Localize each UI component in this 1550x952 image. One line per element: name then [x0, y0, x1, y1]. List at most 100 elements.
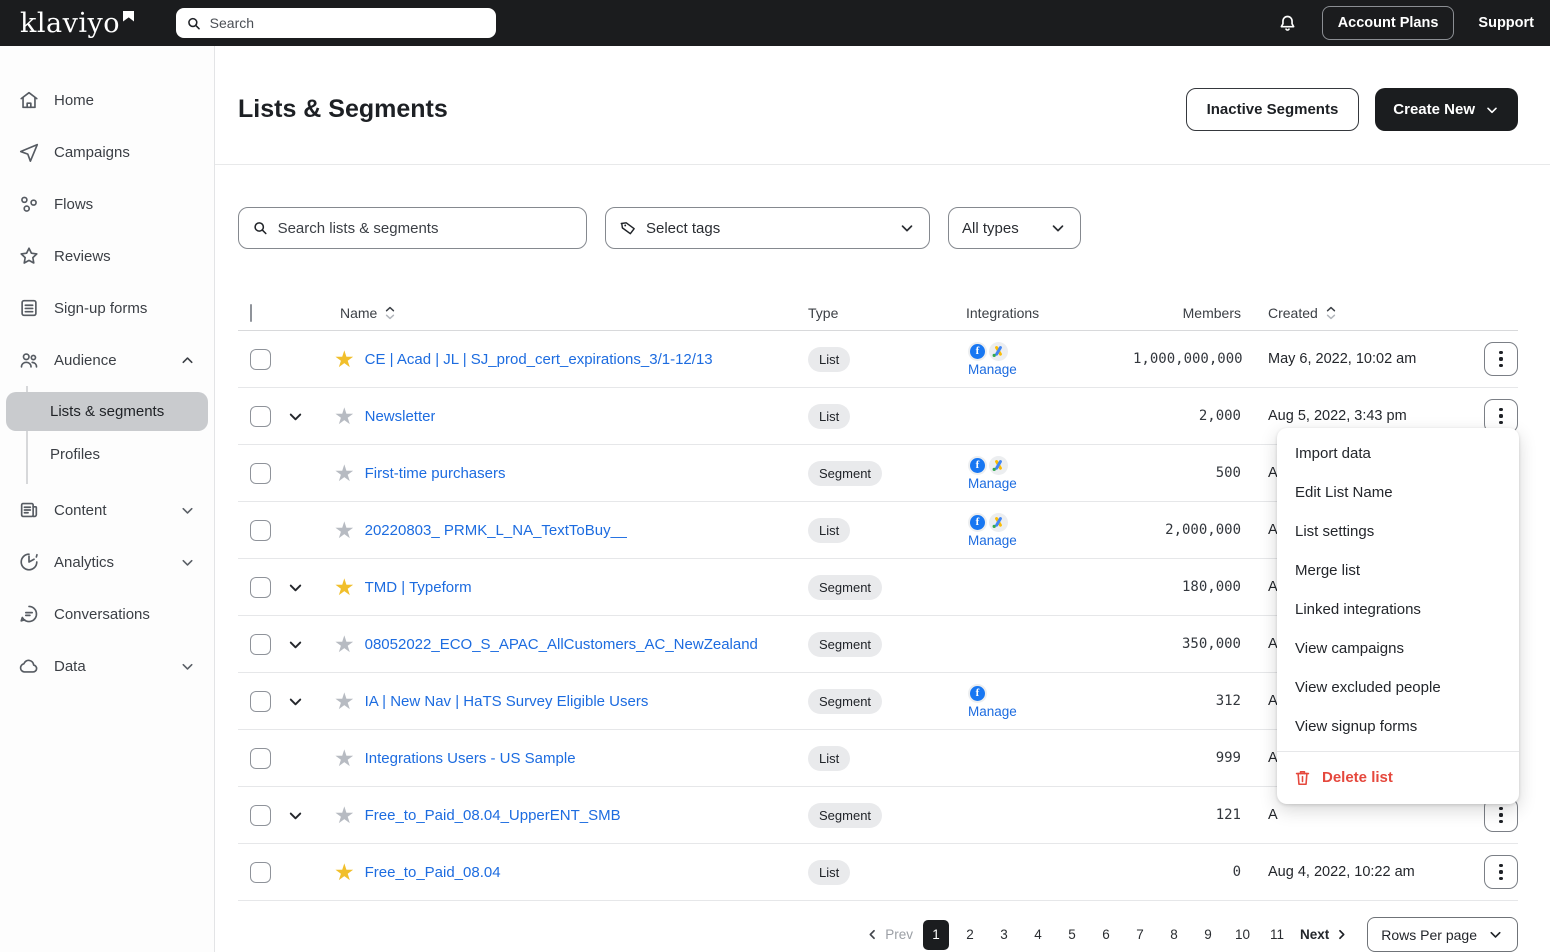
row-actions-kebab-button[interactable] [1484, 855, 1518, 889]
row-actions-kebab-button[interactable] [1484, 342, 1518, 376]
row-checkbox[interactable] [250, 349, 271, 370]
page-9-button[interactable]: 9 [1195, 920, 1221, 950]
account-plans-button[interactable]: Account Plans [1322, 6, 1455, 40]
column-header-name[interactable]: Name [318, 305, 808, 321]
page-2-button[interactable]: 2 [957, 920, 983, 950]
favorite-star-icon[interactable]: ★ [334, 576, 355, 599]
row-checkbox[interactable] [250, 577, 271, 598]
favorite-star-icon[interactable]: ★ [334, 462, 355, 485]
menu-item-merge-list[interactable]: Merge list [1277, 551, 1519, 590]
sidebar-item-home[interactable]: Home [0, 74, 214, 126]
sidebar-item-content[interactable]: Content [0, 484, 214, 536]
types-dropdown[interactable]: All types [948, 207, 1081, 249]
next-page-button[interactable]: Next [1300, 927, 1349, 942]
favorite-star-icon[interactable]: ★ [334, 405, 355, 428]
menu-item-edit-list-name[interactable]: Edit List Name [1277, 473, 1519, 512]
expand-chevron-icon[interactable] [286, 806, 305, 825]
manage-integrations-link[interactable]: Manage [968, 476, 1017, 491]
page-5-button[interactable]: 5 [1059, 920, 1085, 950]
google-ads-icon [989, 513, 1008, 532]
global-search-input[interactable] [210, 15, 486, 31]
row-checkbox[interactable] [250, 691, 271, 712]
page-4-button[interactable]: 4 [1025, 920, 1051, 950]
page-3-button[interactable]: 3 [991, 920, 1017, 950]
rows-per-page-dropdown[interactable]: Rows Per page [1367, 917, 1518, 952]
create-new-button[interactable]: Create New [1375, 88, 1518, 131]
favorite-star-icon[interactable]: ★ [334, 804, 355, 827]
menu-divider [1277, 751, 1519, 752]
sidebar-item-audience[interactable]: Audience [0, 334, 214, 386]
list-name-link[interactable]: 08052022_ECO_S_APAC_AllCustomers_AC_NewZ… [365, 636, 758, 653]
sidebar-item-flows[interactable]: Flows [0, 178, 214, 230]
manage-integrations-link[interactable]: Manage [968, 362, 1017, 377]
page-7-button[interactable]: 7 [1127, 920, 1153, 950]
favorite-star-icon[interactable]: ★ [334, 348, 355, 371]
manage-integrations-link[interactable]: Manage [968, 704, 1017, 719]
favorite-star-icon[interactable]: ★ [334, 633, 355, 656]
members-count: 999 [1133, 750, 1263, 766]
manage-integrations-link[interactable]: Manage [968, 533, 1017, 548]
list-name-link[interactable]: Free_to_Paid_08.04_UpperENT_SMB [365, 807, 621, 824]
sidebar-item-lists-segments[interactable]: Lists & segments [6, 392, 208, 431]
list-name-link[interactable]: 20220803_ PRMK_L_NA_TextToBuy__ [365, 522, 628, 539]
list-name-link[interactable]: CE | Acad | JL | SJ_prod_cert_expiration… [365, 351, 713, 368]
menu-item-view-signup-forms[interactable]: View signup forms [1277, 707, 1519, 746]
select-tags-dropdown[interactable]: Select tags [605, 207, 930, 249]
list-name-link[interactable]: Integrations Users - US Sample [365, 750, 576, 767]
page-6-button[interactable]: 6 [1093, 920, 1119, 950]
support-link[interactable]: Support [1478, 15, 1534, 31]
sidebar-item-conversations[interactable]: Conversations [0, 588, 214, 640]
menu-item-view-campaigns[interactable]: View campaigns [1277, 629, 1519, 668]
page-1-button[interactable]: 1 [923, 920, 949, 950]
list-name-link[interactable]: Free_to_Paid_08.04 [365, 864, 501, 881]
list-name-link[interactable]: IA | New Nav | HaTS Survey Eligible User… [365, 693, 649, 710]
row-checkbox[interactable] [250, 634, 271, 655]
expand-chevron-icon[interactable] [286, 578, 305, 597]
row-checkbox[interactable] [250, 463, 271, 484]
favorite-star-icon[interactable]: ★ [334, 861, 355, 884]
delete-list-menu-item[interactable]: Delete list [1277, 757, 1519, 798]
google-ads-icon [989, 456, 1008, 475]
global-search[interactable] [176, 8, 496, 38]
page-8-button[interactable]: 8 [1161, 920, 1187, 950]
inactive-segments-button[interactable]: Inactive Segments [1186, 88, 1360, 131]
expand-chevron-icon[interactable] [286, 407, 305, 426]
sidebar-item-sign-up-forms[interactable]: Sign-up forms [0, 282, 214, 334]
menu-item-list-settings[interactable]: List settings [1277, 512, 1519, 551]
prev-page-button[interactable]: Prev [865, 927, 913, 942]
list-name-link[interactable]: TMD | Typeform [365, 579, 472, 596]
sort-icon[interactable] [1324, 305, 1338, 321]
row-checkbox[interactable] [250, 520, 271, 541]
menu-item-linked-integrations[interactable]: Linked integrations [1277, 590, 1519, 629]
favorite-star-icon[interactable]: ★ [334, 747, 355, 770]
sidebar-item-label: Campaigns [54, 144, 130, 161]
row-checkbox[interactable] [250, 805, 271, 826]
lists-search-input[interactable] [278, 220, 573, 237]
row-checkbox[interactable] [250, 862, 271, 883]
sidebar-item-label: Analytics [54, 554, 114, 571]
klaviyo-logo[interactable]: klaviyo [20, 8, 134, 39]
list-name-link[interactable]: Newsletter [365, 408, 436, 425]
row-checkbox[interactable] [250, 748, 271, 769]
select-all-checkbox[interactable] [250, 304, 252, 322]
list-name-link[interactable]: First-time purchasers [365, 465, 506, 482]
expand-chevron-icon[interactable] [286, 692, 305, 711]
favorite-star-icon[interactable]: ★ [334, 519, 355, 542]
sidebar-item-reviews[interactable]: Reviews [0, 230, 214, 282]
lists-search[interactable] [238, 207, 587, 249]
page-11-button[interactable]: 11 [1264, 920, 1290, 950]
sort-icon[interactable] [383, 305, 397, 321]
page-10-button[interactable]: 10 [1229, 920, 1256, 950]
menu-item-import-data[interactable]: Import data [1277, 434, 1519, 473]
sidebar-item-data[interactable]: Data [0, 640, 214, 692]
menu-item-view-excluded-people[interactable]: View excluded people [1277, 668, 1519, 707]
facebook-icon: f [968, 456, 987, 475]
sidebar-item-profiles[interactable]: Profiles [6, 435, 208, 474]
expand-chevron-icon[interactable] [286, 635, 305, 654]
sidebar-item-campaigns[interactable]: Campaigns [0, 126, 214, 178]
column-header-created[interactable]: Created [1263, 305, 1478, 321]
sidebar-item-analytics[interactable]: Analytics [0, 536, 214, 588]
notifications-bell-icon[interactable] [1277, 13, 1298, 34]
row-checkbox[interactable] [250, 406, 271, 427]
favorite-star-icon[interactable]: ★ [334, 690, 355, 713]
